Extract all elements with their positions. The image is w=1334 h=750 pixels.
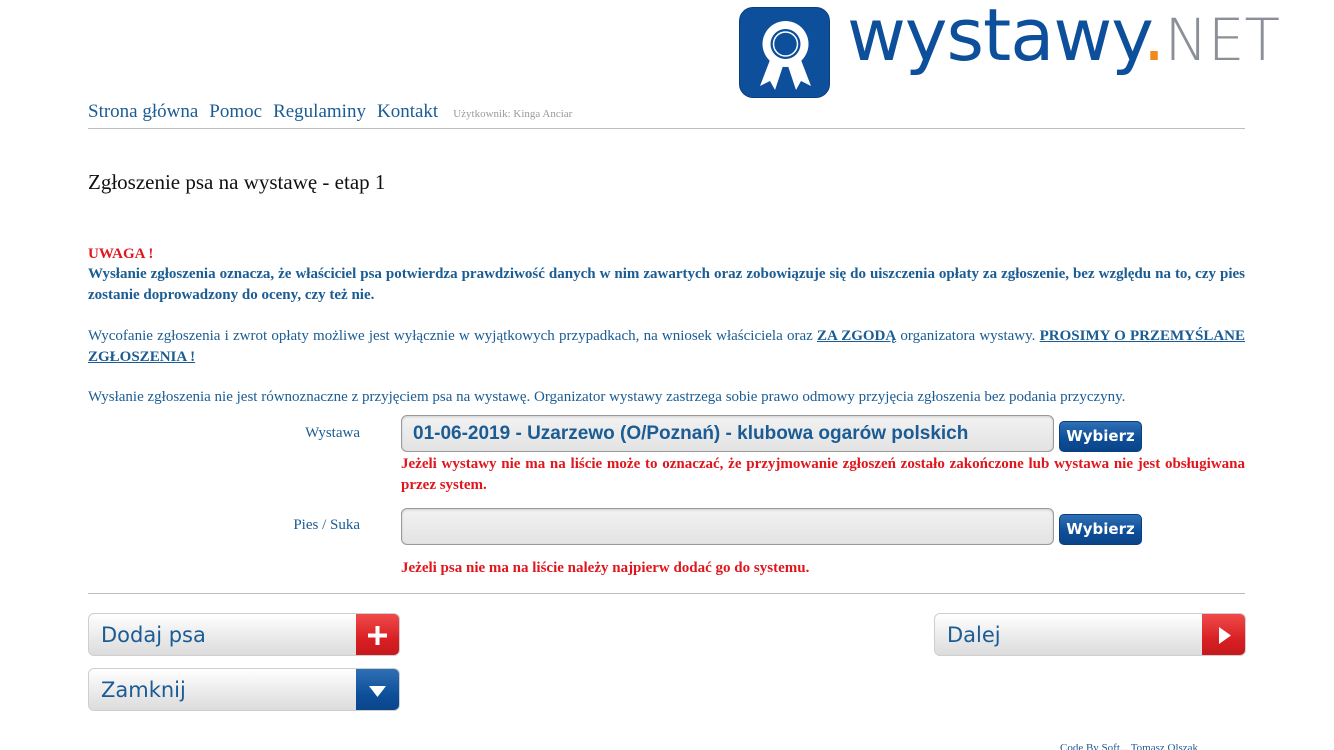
warning-heading: UWAGA ! <box>88 246 154 262</box>
nav-item-help[interactable]: Pomoc <box>209 101 262 123</box>
site-logo[interactable]: wystawy.NET <box>739 0 1280 99</box>
dog-note: Jeżeli psa nie ma na liście należy najpi… <box>401 560 810 576</box>
footer-credit: Code By Soft... Tomasz Olszak <box>1060 742 1199 750</box>
logo-wordmark: wystawy.NET <box>847 0 1280 77</box>
main-nav: Strona główna Pomoc Regulaminy Kontakt Użytk… <box>88 101 1245 129</box>
choose-dog-button[interactable]: Wybierz <box>1059 514 1142 545</box>
show-note: Jeżeli wystawy nie ma na liście może to … <box>401 456 1245 493</box>
nav-item-home[interactable]: Strona główna <box>88 101 198 123</box>
next-button[interactable]: Dalej <box>934 613 1246 656</box>
dog-select[interactable] <box>401 508 1054 545</box>
next-label: Dalej <box>947 623 1001 647</box>
nav-item-contact[interactable]: Kontakt <box>377 101 438 123</box>
play-arrow-icon <box>1202 614 1245 655</box>
withdrawal-text-2: organizatora wystawy. <box>896 328 1040 344</box>
acceptance-paragraph: Wysłanie zgłoszenia nie jest równoznaczn… <box>88 389 1126 405</box>
show-select[interactable]: 01-06-2019 - Uzarzewo (O/Poznań) - klubo… <box>401 415 1054 452</box>
chevron-down-icon <box>356 669 399 710</box>
withdrawal-text: Wycofanie zgłoszenia i zwrot opłaty możl… <box>88 328 817 344</box>
current-user-label: Użytkownik: Kinga Anciar <box>453 108 573 120</box>
show-select-value: 01-06-2019 - Uzarzewo (O/Poznań) - klubo… <box>413 423 969 444</box>
consent-link[interactable]: ZA ZGODĄ <box>817 328 896 344</box>
dog-label: Pies / Suka <box>293 517 360 533</box>
close-label: Zamknij <box>101 678 186 702</box>
add-dog-label: Dodaj psa <box>101 623 206 647</box>
withdrawal-paragraph: Wycofanie zgłoszenia i zwrot opłaty możl… <box>88 326 1245 368</box>
choose-show-button[interactable]: Wybierz <box>1059 421 1142 452</box>
divider <box>88 593 1245 594</box>
show-label: Wystawa <box>305 425 360 441</box>
add-dog-button[interactable]: Dodaj psa <box>88 613 400 656</box>
nav-item-rules[interactable]: Regulaminy <box>273 101 366 123</box>
page-title: Zgłoszenie psa na wystawę - etap 1 <box>88 170 386 194</box>
close-button[interactable]: Zamknij <box>88 668 400 711</box>
page: wystawy.NET Strona główna Pomoc Regulaminy… <box>0 0 1334 750</box>
warning-body: Wysłanie zgłoszenia oznacza, że właścici… <box>88 266 1245 303</box>
plus-icon <box>356 614 399 655</box>
rosette-icon <box>739 7 830 98</box>
